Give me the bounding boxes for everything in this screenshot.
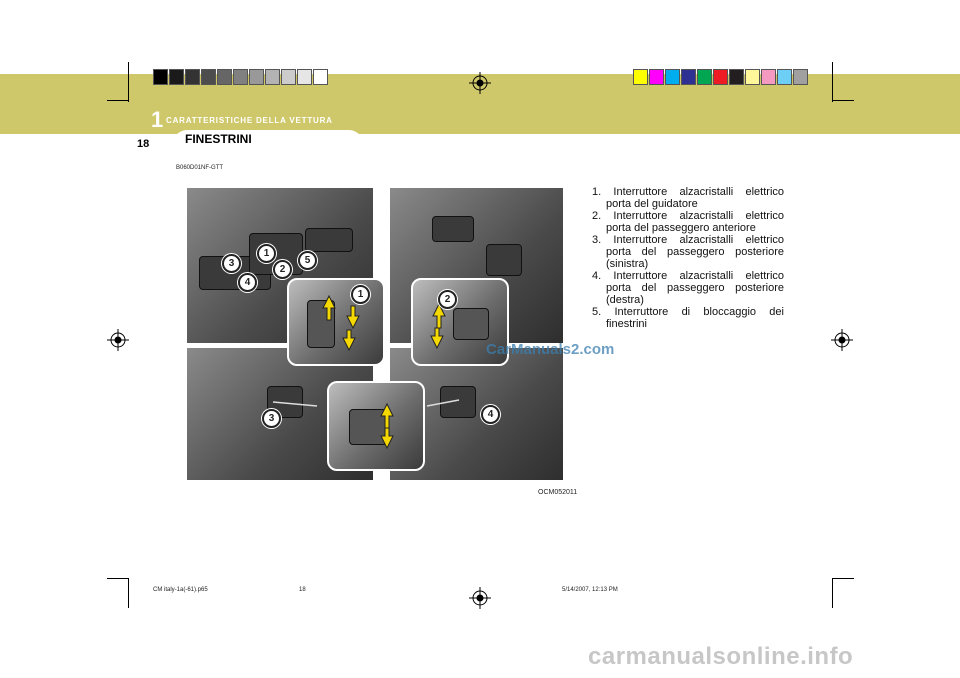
list-item: 4. Interruttore alzacristalli elettrico … bbox=[592, 270, 784, 306]
callout-4-rear: 4 bbox=[481, 405, 500, 424]
color-swatch bbox=[217, 69, 232, 85]
callout-4: 4 bbox=[238, 273, 257, 292]
color-swatch bbox=[633, 69, 648, 85]
footer-page: 18 bbox=[299, 587, 306, 593]
color-swatch bbox=[665, 69, 680, 85]
crop-mark bbox=[128, 62, 129, 102]
chapter-title: CARATTERISTICHE DELLA VETTURA bbox=[166, 116, 333, 125]
color-swatch bbox=[233, 69, 248, 85]
crop-mark bbox=[107, 578, 129, 579]
list-item: 3. Interruttore alzacristalli elettrico … bbox=[592, 234, 784, 270]
color-swatch bbox=[297, 69, 312, 85]
color-swatch bbox=[281, 69, 296, 85]
color-swatch bbox=[169, 69, 184, 85]
section-title: FINESTRINI bbox=[185, 132, 252, 146]
color-swatch bbox=[649, 69, 664, 85]
footer-file: CM italy-1a(-61).p65 bbox=[153, 587, 208, 593]
color-swatch bbox=[793, 69, 808, 85]
reference-code: B060D01NF-GTT bbox=[176, 165, 224, 171]
color-swatch bbox=[713, 69, 728, 85]
color-swatch bbox=[729, 69, 744, 85]
callout-5: 5 bbox=[298, 251, 317, 270]
color-swatch bbox=[681, 69, 696, 85]
color-swatch bbox=[265, 69, 280, 85]
list-item: 1. Interruttore alzacristalli elettrico … bbox=[592, 186, 784, 210]
callout-3-rear: 3 bbox=[262, 409, 281, 428]
registration-mark-icon bbox=[469, 72, 491, 94]
figure-caption: OCM052011 bbox=[538, 489, 578, 496]
crop-mark bbox=[832, 62, 833, 102]
crop-mark bbox=[128, 578, 129, 608]
color-swatch bbox=[777, 69, 792, 85]
crop-mark bbox=[832, 578, 854, 579]
switch-list: 1. Interruttore alzacristalli elettrico … bbox=[592, 186, 784, 330]
watermark-text: CarManuals2.com bbox=[486, 341, 615, 358]
crop-mark bbox=[832, 578, 833, 608]
list-item: 5. Interruttore di bloccaggio dei finest… bbox=[592, 306, 784, 330]
page-number: 18 bbox=[137, 138, 150, 150]
color-swatch bbox=[745, 69, 760, 85]
window-arrows-icon bbox=[272, 294, 460, 450]
crop-mark bbox=[107, 100, 129, 101]
color-swatch bbox=[185, 69, 200, 85]
color-swatch bbox=[313, 69, 328, 85]
color-swatch bbox=[153, 69, 168, 85]
callout-2: 2 bbox=[273, 260, 292, 279]
registration-mark-icon bbox=[107, 329, 129, 351]
chapter-number: 1 bbox=[151, 107, 164, 132]
callout-3: 3 bbox=[222, 254, 241, 273]
site-watermark: carmanualsonline.info bbox=[588, 643, 854, 670]
registration-mark-icon bbox=[469, 587, 491, 609]
callout-1-inset: 1 bbox=[351, 285, 370, 304]
callout-1: 1 bbox=[257, 244, 276, 263]
callout-2-inset: 2 bbox=[438, 290, 457, 309]
color-swatch bbox=[249, 69, 264, 85]
color-swatch bbox=[697, 69, 712, 85]
footer-timestamp: 5/14/2007, 12:13 PM bbox=[562, 587, 618, 593]
crop-mark bbox=[832, 100, 854, 101]
registration-mark-icon bbox=[831, 329, 853, 351]
color-swatch bbox=[201, 69, 216, 85]
list-item: 2. Interruttore alzacristalli elettrico … bbox=[592, 210, 784, 234]
color-swatch bbox=[761, 69, 776, 85]
